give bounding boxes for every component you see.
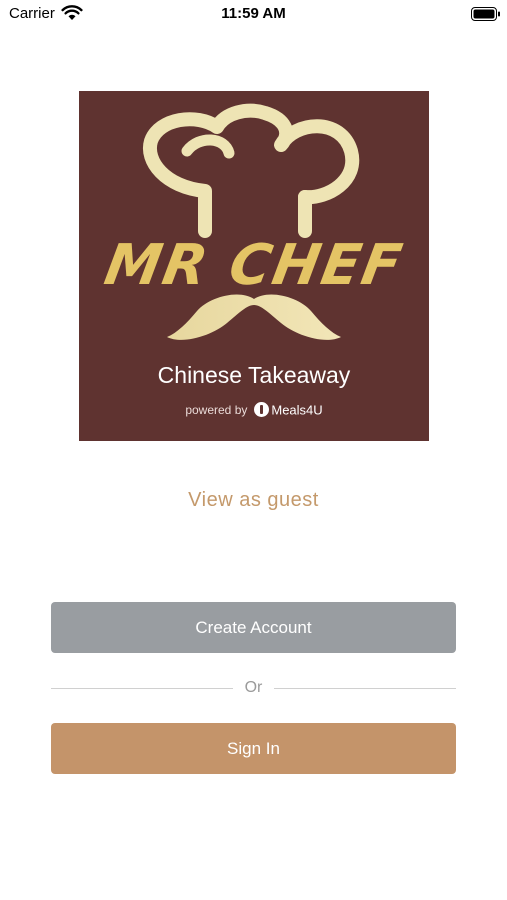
restaurant-logo: MR CHEF Chinese Takeaway powered by Meals… [79,91,429,441]
restaurant-tagline: Chinese Takeaway [157,362,351,388]
powered-by-label: powered by [185,402,248,417]
divider-line-left [51,688,233,689]
sign-in-button[interactable]: Sign In [51,723,456,774]
status-bar: Carrier 11:59 AM [0,0,507,28]
platform-name: Meals4U [271,402,323,418]
clock-time: 11:59 AM [221,5,286,22]
brand-name: MR CHEF [99,233,409,298]
powered-by: powered by Meals4U [79,402,429,418]
meals4u-logo-icon [254,402,270,418]
create-account-button[interactable]: Create Account [51,602,456,653]
sign-in-label: Sign In [227,738,280,758]
battery-icon [471,7,500,21]
create-account-label: Create Account [195,617,312,637]
view-as-guest-link[interactable]: View as guest [0,489,507,512]
divider-or-label: Or [244,679,263,696]
divider-line-right [274,688,456,689]
